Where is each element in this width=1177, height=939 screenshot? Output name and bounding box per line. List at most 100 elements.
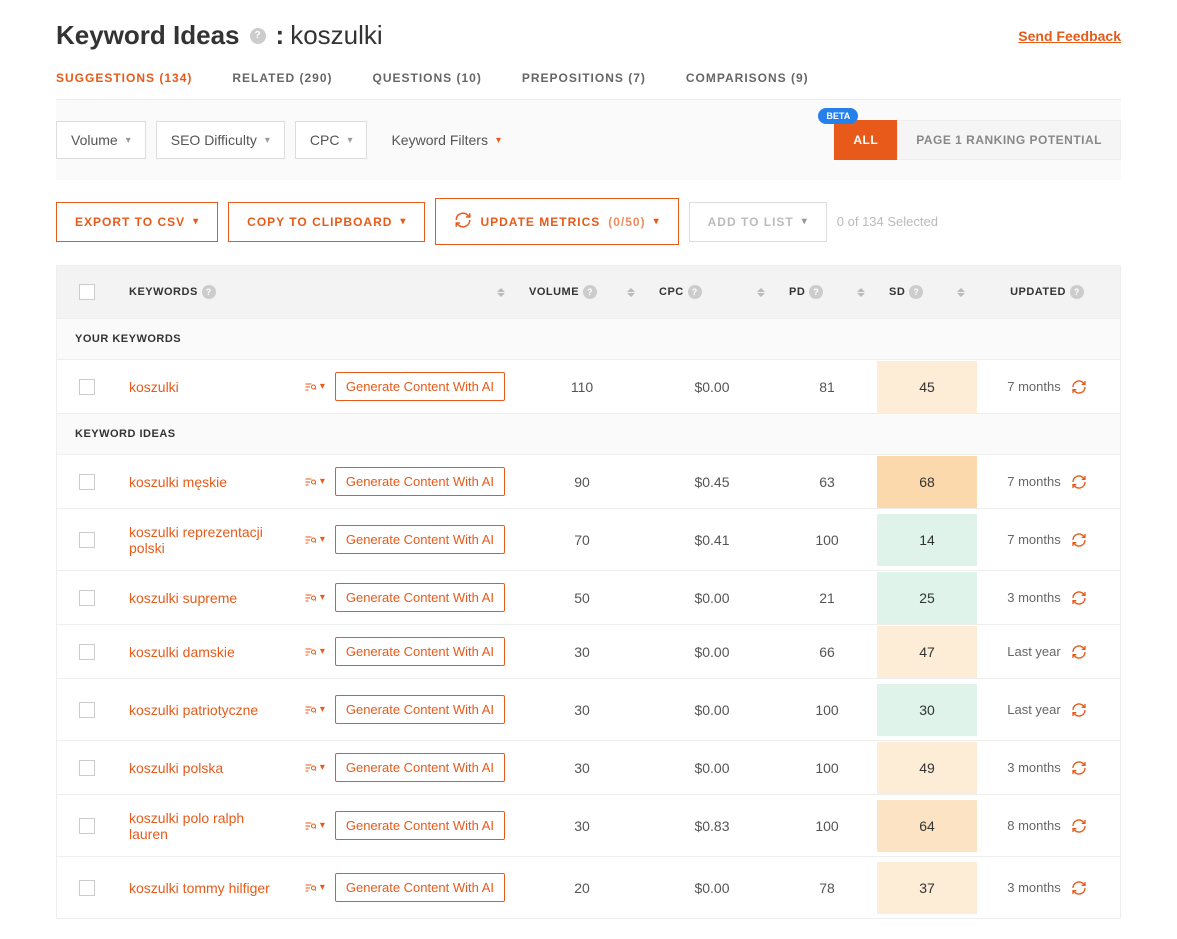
help-icon[interactable]: ? <box>202 285 216 299</box>
sort-icon[interactable] <box>627 288 635 297</box>
col-updated[interactable]: UPDATED ? <box>977 285 1117 299</box>
seo-difficulty-filter[interactable]: SEO Difficulty ▾ <box>156 121 285 159</box>
row-checkbox[interactable] <box>79 379 95 395</box>
row-checkbox[interactable] <box>79 474 95 490</box>
volume-value: 50 <box>517 582 647 614</box>
copy-clipboard-button[interactable]: COPY TO CLIPBOARD ▾ <box>228 202 425 242</box>
updated-value: 3 months <box>1007 760 1060 775</box>
updated-value: 3 months <box>1007 590 1060 605</box>
filter-icon[interactable]: ▾ <box>302 882 325 894</box>
filter-icon[interactable]: ▾ <box>302 762 325 774</box>
table-row: koszulki męskie ▾ Generate Content With … <box>57 454 1120 508</box>
help-icon[interactable]: ? <box>583 285 597 299</box>
update-metrics-button[interactable]: UPDATE METRICS (0/50) ▾ <box>435 198 678 245</box>
help-icon[interactable]: ? <box>809 285 823 299</box>
keyword-filters[interactable]: Keyword Filters ▾ <box>377 122 515 158</box>
tab[interactable]: RELATED (290) <box>232 71 332 85</box>
sort-icon[interactable] <box>757 288 765 297</box>
sd-value: 45 <box>877 361 977 413</box>
keyword-link[interactable]: koszulki supreme <box>129 590 237 606</box>
row-checkbox[interactable] <box>79 532 95 548</box>
chevron-down-icon: ▾ <box>265 135 270 146</box>
sort-icon[interactable] <box>857 288 865 297</box>
col-pd[interactable]: PD ? <box>777 285 877 299</box>
row-checkbox[interactable] <box>79 590 95 606</box>
generate-content-button[interactable]: Generate Content With AI <box>335 753 505 782</box>
tab[interactable]: COMPARISONS (9) <box>686 71 809 85</box>
keyword-link[interactable]: koszulki <box>129 379 179 395</box>
filter-icon[interactable]: ▾ <box>302 646 325 658</box>
col-sd[interactable]: SD ? <box>877 285 977 299</box>
keyword-link[interactable]: koszulki męskie <box>129 474 227 490</box>
refresh-icon[interactable] <box>1071 818 1087 834</box>
filter-icon[interactable]: ▾ <box>302 592 325 604</box>
sort-icon[interactable] <box>957 288 965 297</box>
export-csv-button[interactable]: EXPORT TO CSV ▾ <box>56 202 218 242</box>
generate-content-button[interactable]: Generate Content With AI <box>335 525 505 554</box>
sort-icon[interactable] <box>497 288 505 297</box>
refresh-icon[interactable] <box>1071 532 1087 548</box>
tab[interactable]: SUGGESTIONS (134) <box>56 71 192 85</box>
tab[interactable]: PREPOSITIONS (7) <box>522 71 646 85</box>
sd-value: 68 <box>877 456 977 508</box>
generate-content-button[interactable]: Generate Content With AI <box>335 811 505 840</box>
toggle-ranking-potential[interactable]: PAGE 1 RANKING POTENTIAL <box>897 120 1121 160</box>
help-icon[interactable]: ? <box>1070 285 1084 299</box>
cpc-value: $0.45 <box>647 466 777 498</box>
filter-icon[interactable]: ▾ <box>302 534 325 546</box>
generate-content-button[interactable]: Generate Content With AI <box>335 637 505 666</box>
col-keywords[interactable]: KEYWORDS ? <box>117 285 517 299</box>
info-icon[interactable]: ? <box>250 28 266 44</box>
row-checkbox[interactable] <box>79 702 95 718</box>
refresh-icon[interactable] <box>1071 644 1087 660</box>
cpc-value: $0.00 <box>647 752 777 784</box>
toggle-all[interactable]: ALL <box>834 120 897 160</box>
section-keyword-ideas: KEYWORD IDEAS <box>57 413 1120 454</box>
filter-icon[interactable]: ▾ <box>302 476 325 488</box>
generate-content-button[interactable]: Generate Content With AI <box>335 467 505 496</box>
generate-content-button[interactable]: Generate Content With AI <box>335 372 505 401</box>
col-cpc[interactable]: CPC ? <box>647 285 777 299</box>
keyword-link[interactable]: koszulki damskie <box>129 644 235 660</box>
help-icon[interactable]: ? <box>688 285 702 299</box>
keyword-link[interactable]: koszulki polo ralph lauren <box>129 810 279 842</box>
keyword-link[interactable]: koszulki reprezentacji polski <box>129 524 279 556</box>
refresh-icon[interactable] <box>1071 880 1087 896</box>
refresh-icon[interactable] <box>1071 474 1087 490</box>
updated-value: 3 months <box>1007 880 1060 895</box>
refresh-icon[interactable] <box>1071 760 1087 776</box>
row-checkbox[interactable] <box>79 760 95 776</box>
row-checkbox[interactable] <box>79 644 95 660</box>
row-checkbox[interactable] <box>79 818 95 834</box>
table-row: koszulki supreme ▾ Generate Content With… <box>57 570 1120 624</box>
chevron-down-icon: ▾ <box>496 135 501 146</box>
keyword-link[interactable]: koszulki patriotyczne <box>129 702 258 718</box>
table-row: koszulki patriotyczne ▾ Generate Content… <box>57 678 1120 740</box>
pd-value: 21 <box>777 582 877 614</box>
col-volume[interactable]: VOLUME ? <box>517 285 647 299</box>
sd-value: 47 <box>877 626 977 678</box>
generate-content-button[interactable]: Generate Content With AI <box>335 583 505 612</box>
volume-filter[interactable]: Volume ▾ <box>56 121 146 159</box>
refresh-icon[interactable] <box>1071 379 1087 395</box>
table-row: koszulki reprezentacji polski ▾ Generate… <box>57 508 1120 570</box>
generate-content-button[interactable]: Generate Content With AI <box>335 873 505 902</box>
cpc-filter[interactable]: CPC ▾ <box>295 121 368 159</box>
keyword-link[interactable]: koszulki polska <box>129 760 223 776</box>
row-checkbox[interactable] <box>79 880 95 896</box>
help-icon[interactable]: ? <box>909 285 923 299</box>
select-all-checkbox[interactable] <box>79 284 95 300</box>
table-row: koszulki tommy hilfiger ▾ Generate Conte… <box>57 856 1120 918</box>
filter-icon[interactable]: ▾ <box>302 704 325 716</box>
send-feedback-link[interactable]: Send Feedback <box>1018 28 1121 44</box>
refresh-icon[interactable] <box>1071 702 1087 718</box>
volume-value: 70 <box>517 524 647 556</box>
tab[interactable]: QUESTIONS (10) <box>373 71 482 85</box>
keyword-link[interactable]: koszulki tommy hilfiger <box>129 880 270 896</box>
filter-icon[interactable]: ▾ <box>302 381 325 393</box>
refresh-icon[interactable] <box>1071 590 1087 606</box>
filter-icon[interactable]: ▾ <box>302 820 325 832</box>
pd-value: 100 <box>777 752 877 784</box>
generate-content-button[interactable]: Generate Content With AI <box>335 695 505 724</box>
add-to-list-button[interactable]: ADD TO LIST ▾ <box>689 202 827 242</box>
